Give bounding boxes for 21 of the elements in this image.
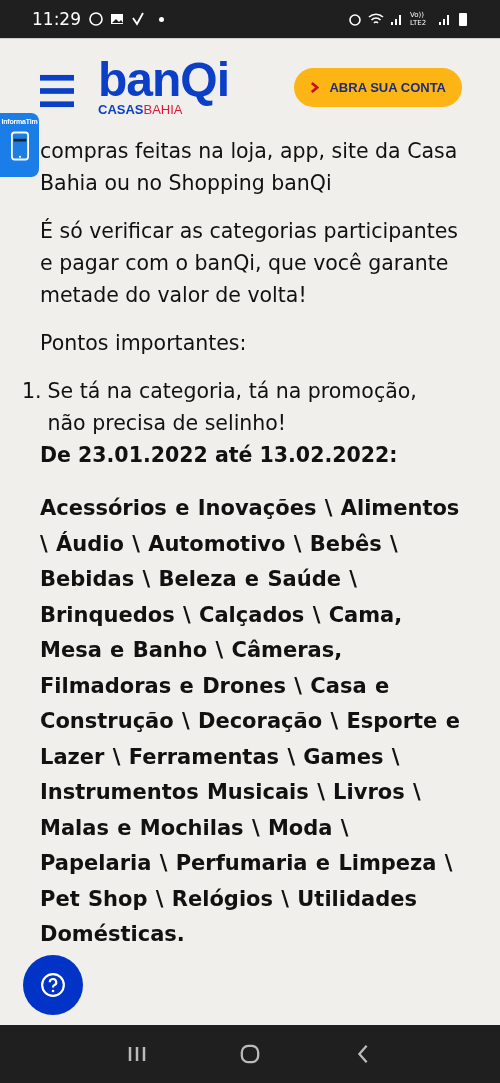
paragraph: É só verificar as categorias participantes e pagar com o banQi, que você garante metade do valor de volta! [40,217,460,309]
recent-apps-icon[interactable] [126,1044,147,1064]
menu-icon[interactable] [40,74,74,108]
battery-icon [458,11,468,27]
category-list: Acessórios e Inovações \ Alimentos \ Áudio \ Automotivo \ Bebês \ Bebidas \ Beleza e Saúde \ Brinquedos \ Calçados \ Cama, Mesa e Banho \ Câmeras, Filmadoras e Drones \ Casa e Construção \ Decoração \ Esporte e Lazer \ Ferramentas \ Games \ Instrumentos Musicais \ Livros \ Malas e Mochilas \ Moda \ Papelaria \ Perfumaria e Limpeza \ Pet Shop \ Relógios \ Utilidades Domésticas. [40,491,460,953]
list-item-text: Se tá na categoria, tá na promoção, não precisa de selinho! [47,378,418,437]
open-account-button[interactable]: ABRA SUA CONTA [294,67,462,107]
check-icon [130,11,146,27]
home-icon[interactable] [240,1044,260,1064]
image-icon [109,11,125,27]
help-icon [40,972,66,998]
logo[interactable]: banQi CASASBAHIA [98,57,229,117]
phone-icon [10,131,29,161]
list-number: 1. [22,378,42,405]
chevron-icon [310,81,320,93]
notification-dot [159,16,164,22]
paragraph: compras feitas na loja, app, site da Casa Bahia ou no Shopping banQi [40,138,459,197]
status-time: 11:29 [32,9,81,29]
paragraph: Pontos importantes: [40,330,248,357]
promotion-period: De 23.01.2022 até 13.02.2022: [40,443,399,467]
help-button[interactable] [23,955,83,1015]
